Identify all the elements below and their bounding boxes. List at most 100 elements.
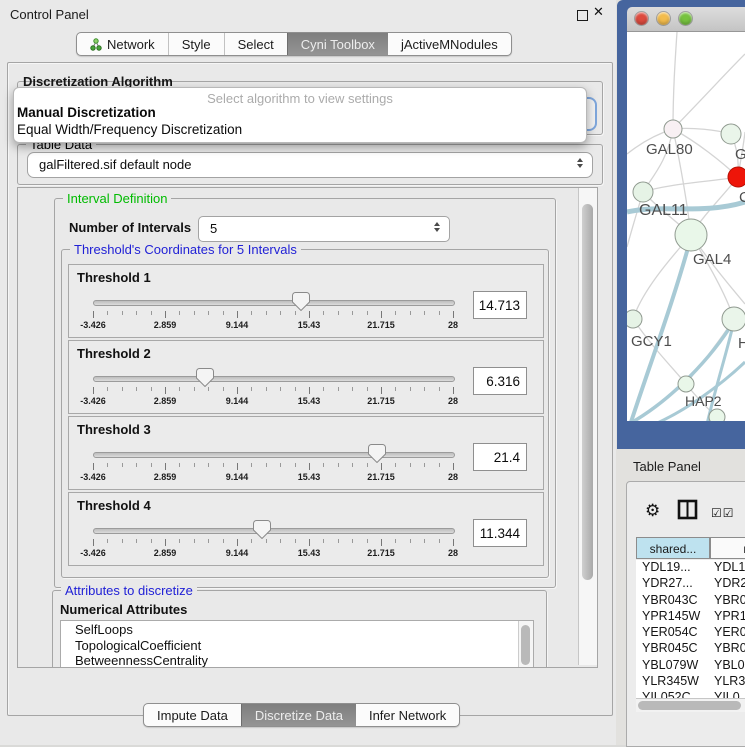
threshold-value-field[interactable]: 14.713 xyxy=(473,291,527,319)
slider-thumb[interactable] xyxy=(368,444,386,468)
minimize-traffic-light-icon[interactable] xyxy=(657,12,670,25)
network-edge[interactable] xyxy=(643,177,738,192)
network-node-c[interactable] xyxy=(728,167,745,187)
slider-tick-mark xyxy=(410,539,411,543)
table-column-header[interactable]: shared... xyxy=(636,537,710,559)
zoom-traffic-light-icon[interactable] xyxy=(679,12,692,25)
slider-tick-mark xyxy=(151,539,152,543)
network-node-gal4[interactable] xyxy=(675,219,707,251)
table-horizontal-scrollbar[interactable] xyxy=(636,698,745,712)
slider-tick-mark xyxy=(323,311,324,315)
network-view-window[interactable]: GAL80GACGAL11GAL4GCY1HHAP2 xyxy=(617,0,745,449)
threshold-value-field[interactable]: 6.316 xyxy=(473,367,527,395)
attribute-list-item[interactable]: BetweennessCentrality xyxy=(61,652,533,668)
split-columns-icon[interactable] xyxy=(677,499,698,520)
table-row[interactable]: YBR043CYBR0 xyxy=(636,593,745,609)
slider-tick-mark xyxy=(280,311,281,315)
numerical-attributes-list[interactable]: SelfLoopsTopologicalCoefficientBetweenne… xyxy=(60,620,534,668)
slider-tick-label: 15.43 xyxy=(287,472,331,482)
threshold-value-field[interactable]: 21.4 xyxy=(473,443,527,471)
tab-impute-data[interactable]: Impute Data xyxy=(144,704,241,726)
table-data-combobox[interactable]: galFiltered.sif default node xyxy=(27,152,593,178)
close-traffic-light-icon[interactable] xyxy=(635,12,648,25)
network-node-hap2[interactable] xyxy=(678,376,694,392)
table-row[interactable]: YIL052CYIL0 xyxy=(636,690,745,698)
slider-thumb[interactable] xyxy=(292,292,310,316)
table-row[interactable]: YER054CYER0 xyxy=(636,625,745,641)
slider-tick-mark xyxy=(424,539,425,543)
slider-tick-label: 2.859 xyxy=(143,472,187,482)
table-panel-title: Table Panel xyxy=(633,459,701,474)
table-row[interactable]: YBR045CYBR0 xyxy=(636,641,745,657)
slider-tick-mark xyxy=(266,387,267,391)
table-row[interactable]: YPR145WYPR1 xyxy=(636,609,745,625)
network-node-gcy1[interactable] xyxy=(627,310,642,328)
tab-style[interactable]: Style xyxy=(168,33,224,55)
slider-track[interactable] xyxy=(93,376,455,382)
attribute-list-item[interactable]: SelfLoops xyxy=(61,621,533,637)
slider-tick-mark xyxy=(309,387,310,394)
algorithm-dropdown-popup: Select algorithm to view settings Manual… xyxy=(13,87,587,143)
slider-tick-mark xyxy=(295,387,296,391)
gear-icon[interactable]: ⚙ xyxy=(645,501,660,521)
slider-tick-label: 21.715 xyxy=(359,320,403,330)
tab-infer-network[interactable]: Infer Network xyxy=(356,704,459,726)
algorithm-popup-item[interactable]: Equal Width/Frequency Discretization xyxy=(17,122,242,137)
close-icon[interactable]: ✕ xyxy=(593,5,604,20)
slider-tick-mark xyxy=(237,311,238,318)
tab-select[interactable]: Select xyxy=(224,33,287,55)
number-of-intervals-spinner[interactable]: 5 xyxy=(198,216,450,242)
spinner-stepper-icon[interactable] xyxy=(434,222,440,232)
table-row[interactable]: YBL079WYBL0 xyxy=(636,658,745,674)
network-edge[interactable] xyxy=(633,319,686,384)
slider-thumb[interactable] xyxy=(196,368,214,392)
slider-tick-label: 2.859 xyxy=(143,396,187,406)
tab-discretize-data[interactable]: Discretize Data xyxy=(241,704,356,726)
network-node[interactable] xyxy=(709,409,725,421)
slider-tick-label: -3.426 xyxy=(71,396,115,406)
network-edge[interactable] xyxy=(673,32,677,129)
network-window-titlebar[interactable] xyxy=(627,7,745,32)
table-cell: YBR043C xyxy=(636,593,714,607)
slider-tick-mark xyxy=(410,387,411,391)
network-node-ga[interactable] xyxy=(721,124,741,144)
table-panel-window: ⚙ ☑☑ shared...na YDL19...YDL1YDR27...YDR… xyxy=(626,481,745,747)
slider-track[interactable] xyxy=(93,300,455,306)
network-canvas[interactable]: GAL80GACGAL11GAL4GCY1HHAP2 xyxy=(627,32,745,421)
slider-tick-label: 2.859 xyxy=(143,320,187,330)
network-node-gal11[interactable] xyxy=(633,182,653,202)
tab-network[interactable]: Network xyxy=(77,33,168,55)
slider-tick-label: 2.859 xyxy=(143,548,187,558)
tab-label: Infer Network xyxy=(369,708,446,723)
column-checkboxes-icon[interactable]: ☑☑ xyxy=(711,506,735,520)
table-cell: YBL0 xyxy=(714,658,745,672)
interval-definition-title: Interval Definition xyxy=(63,191,171,206)
table-row[interactable]: YDL19...YDL1 xyxy=(636,560,745,576)
algorithm-popup-item[interactable]: Manual Discretization xyxy=(17,105,156,120)
tab-jactivemnodules[interactable]: jActiveMNodules xyxy=(388,33,511,55)
network-edge-thick[interactable] xyxy=(655,362,745,421)
slider-tick-mark xyxy=(208,463,209,467)
slider-tick-mark xyxy=(381,539,382,546)
slider-tick-mark xyxy=(439,387,440,391)
network-edge[interactable] xyxy=(673,54,745,129)
slider-tick-mark xyxy=(165,463,166,470)
network-node-gal80[interactable] xyxy=(664,120,682,138)
threshold-value-field[interactable]: 11.344 xyxy=(473,519,527,547)
float-window-icon[interactable] xyxy=(577,10,588,21)
combobox-stepper-icon[interactable] xyxy=(577,158,583,168)
table-body[interactable]: YDL19...YDL1YDR27...YDR2YBR043CYBR0YPR14… xyxy=(636,560,745,698)
table-row[interactable]: YLR345WYLR3 xyxy=(636,674,745,690)
table-column-header[interactable]: na xyxy=(710,537,745,559)
network-node-h[interactable] xyxy=(722,307,745,331)
slider-thumb[interactable] xyxy=(253,520,271,544)
tab-cyni-toolbox[interactable]: Cyni Toolbox xyxy=(287,33,388,55)
slider-track[interactable] xyxy=(93,452,455,458)
attribute-list-item[interactable]: TopologicalCoefficient xyxy=(61,637,533,653)
settings-scroll-pane: Interval Definition Number of Intervals … xyxy=(17,187,598,668)
slider-track[interactable] xyxy=(93,528,455,534)
table-cell: YLR345W xyxy=(636,674,714,688)
settings-vertical-scrollbar[interactable] xyxy=(578,188,597,665)
attributes-list-scrollbar[interactable] xyxy=(518,621,533,668)
table-row[interactable]: YDR27...YDR2 xyxy=(636,576,745,592)
